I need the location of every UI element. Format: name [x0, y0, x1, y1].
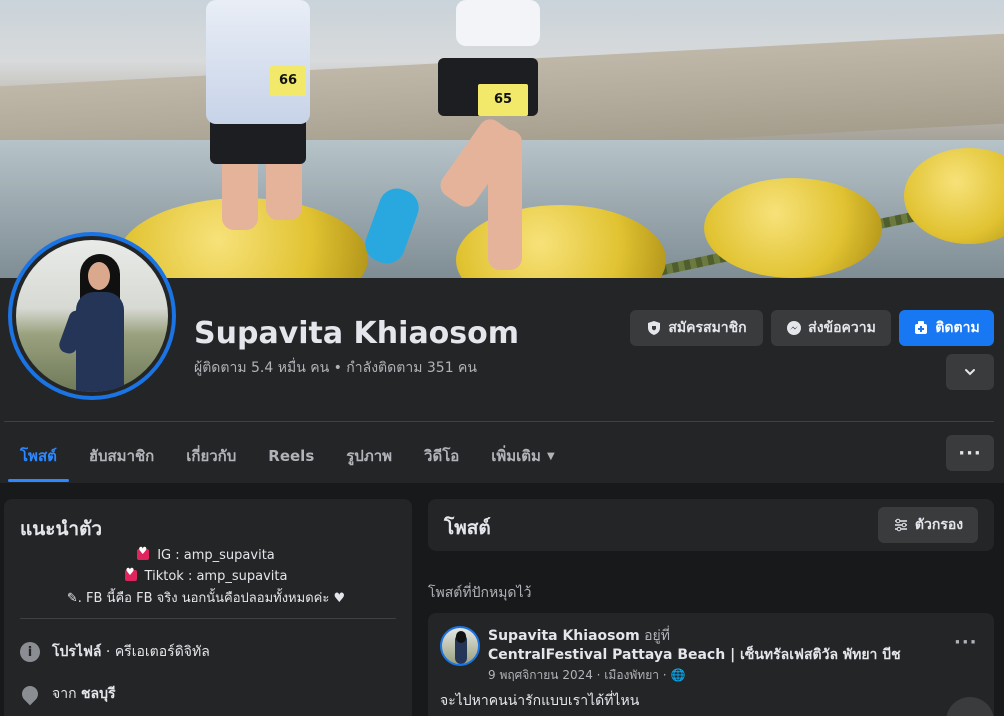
shield-icon [648, 321, 661, 335]
message-button[interactable]: ส่งข้อความ [771, 310, 891, 346]
follow-button[interactable]: ติดตาม [899, 310, 994, 346]
filter-icon [894, 518, 907, 532]
tab-more[interactable]: เพิ่มเติม ▼ [475, 430, 570, 482]
post-options-icon[interactable]: ··· [954, 632, 978, 653]
cover-runner-bib: 66 [270, 66, 306, 96]
heart-letter-icon [124, 567, 137, 581]
filter-label: ตัวกรอง [914, 517, 964, 533]
header-divider [4, 421, 994, 422]
location-link[interactable]: ชลบุรี [81, 686, 116, 702]
info-icon: i [20, 642, 40, 662]
posts-title: โพสต์ [444, 517, 491, 539]
heart-letter-icon [137, 546, 150, 560]
cover-runner-bib: 65 [478, 84, 528, 116]
caret-down-icon: ▼ [546, 450, 555, 462]
followers-count[interactable]: ผู้ติดตาม 5.4 หมื่น คน • กำลังติดตาม 351… [194, 357, 477, 379]
location-row: จาก ชลบุรี [18, 682, 116, 706]
profile-avatar[interactable] [8, 232, 176, 400]
tab-reels[interactable]: Reels [252, 430, 330, 482]
post-place-link[interactable]: CentralFestival Pattaya Beach | เซ็นทรัล… [488, 644, 901, 666]
tab-photos[interactable]: รูปภาพ [330, 430, 408, 482]
post-author-avatar[interactable] [440, 626, 480, 666]
message-label: ส่งข้อความ [808, 320, 876, 336]
profile-name: Supavita Khiaosom [194, 316, 520, 351]
follow-icon [915, 321, 928, 334]
intro-divider [20, 618, 396, 619]
subscribe-button[interactable]: สมัครสมาชิก [630, 310, 763, 346]
follow-label: ติดตาม [935, 320, 980, 336]
cover-buoy [704, 178, 882, 278]
cover-runner-shirt [456, 0, 540, 46]
globe-icon: 🌐 [670, 668, 686, 682]
location-pin-icon [18, 682, 42, 706]
post-timestamp[interactable]: 9 พฤศจิกายน 2024 · เมืองพัทยา · 🌐 [488, 666, 685, 685]
more-dots-icon: ··· [958, 442, 982, 464]
chevron-down-icon [965, 369, 975, 376]
bio-line-tiktok: Tiktok : amp_supavita [8, 567, 404, 584]
bio-line-note: ✎. FB นี้คือ FB จริง นอกนั้นคือปลอมทั้งห… [66, 591, 346, 606]
post-text: จะไปหาคนน่ารักแบบเราได้ที่ไหน [440, 693, 640, 709]
cover-runner-shirt [206, 0, 310, 124]
profile-type-row: i โปรไฟล์ · ครีเอเตอร์ดิจิทัล [20, 641, 210, 663]
tabs-overflow-button[interactable]: ··· [946, 435, 994, 471]
profile-tabs: โพสต์ ฮับสมาชิก เกี่ยวกับ Reels รูปภาพ ว… [4, 430, 571, 482]
tab-member-hub[interactable]: ฮับสมาชิก [73, 430, 170, 482]
tab-posts[interactable]: โพสต์ [4, 430, 73, 482]
post-author-name[interactable]: Supavita Khiaosom [488, 628, 640, 644]
subscribe-label: สมัครสมาชิก [668, 320, 747, 336]
pinned-posts-label: โพสต์ที่ปักหมุดไว้ [428, 585, 532, 601]
cover-photo[interactable]: 66 65 [0, 0, 1004, 278]
tab-videos[interactable]: วิดีโอ [408, 430, 475, 482]
intro-title: แนะนำตัว [20, 518, 103, 540]
more-actions-button[interactable] [946, 354, 994, 390]
tab-about[interactable]: เกี่ยวกับ [170, 430, 252, 482]
cover-runner-leg [488, 130, 522, 270]
filter-button[interactable]: ตัวกรอง [878, 507, 978, 543]
messenger-icon [787, 321, 802, 335]
bio-line-instagram: IG : amp_supavita [8, 546, 404, 563]
